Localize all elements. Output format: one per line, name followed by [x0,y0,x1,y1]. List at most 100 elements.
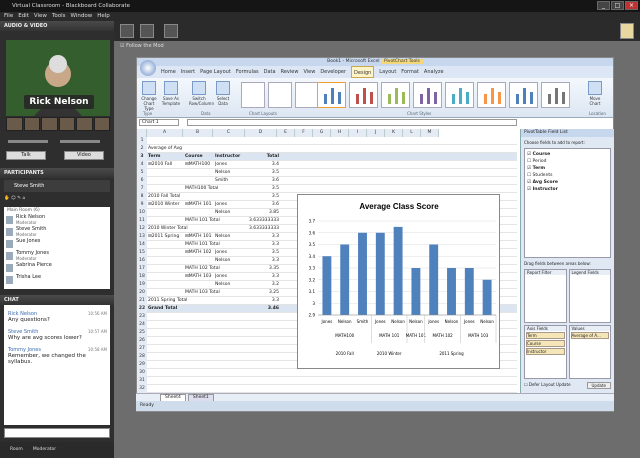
cell-b[interactable]: MATH 102 Total [185,265,235,273]
cell-d[interactable]: 3.3 [247,241,279,249]
area-legend-fields[interactable]: Legend Fields [568,269,611,323]
video-thumbnail[interactable] [76,117,93,131]
row-header[interactable]: 22 [137,305,147,313]
menu-item-file[interactable]: File [4,12,13,21]
cell-d[interactable]: Total [247,153,279,161]
follow-moderator-checkbox[interactable]: ☑ Follow the Mod [120,43,164,49]
column-header[interactable]: G [313,129,331,137]
column-header[interactable]: B [183,129,213,137]
menu-item-window[interactable]: Window [71,12,93,21]
ribbon-button[interactable]: Move Chart [585,81,605,106]
cell-d[interactable]: 3.25 [247,289,279,297]
chart-layout-thumb[interactable] [241,82,265,108]
field-item[interactable]: ☑ Course [527,151,608,158]
chart-style-thumb[interactable] [477,82,506,108]
formula-bar[interactable] [187,119,517,126]
row-header[interactable]: 25 [137,329,147,337]
row-header[interactable]: 19 [137,281,147,289]
cell-b[interactable]: MATH 101 Total [185,241,235,249]
minimize-button[interactable]: _ [597,1,610,10]
video-button[interactable]: Video [64,151,104,160]
row-header[interactable]: 31 [137,377,147,385]
chart-layout-thumb[interactable] [268,82,292,108]
cell-a[interactable]: 2010 Winter Total [148,225,208,233]
row-header[interactable]: 18 [137,273,147,281]
cell-c[interactable]: Jones [215,161,247,169]
bar[interactable] [375,232,385,315]
cell-d[interactable]: 3.3 [247,273,279,281]
participant-item[interactable]: Tommy Jones Moderator [4,250,110,262]
cell-a[interactable]: 2010 Fall Total [148,193,208,201]
participant-item[interactable]: Trisha Lee [4,274,110,286]
column-header[interactable]: C [213,129,245,137]
row-header[interactable]: 2 [137,145,147,153]
update-button[interactable]: Update [586,382,611,389]
cell-d[interactable]: 3.3 [247,297,279,305]
axis-field-chip[interactable]: Term [526,332,565,339]
ribbon-tab-design[interactable]: Design [351,66,375,78]
cell-d[interactable]: 3.6 [247,177,279,185]
ribbon-button[interactable]: Change Chart Type [139,81,159,111]
cell-d[interactable]: 3.3 [247,233,279,241]
row-header[interactable]: 5 [137,169,147,177]
chart-style-thumb[interactable] [509,82,538,108]
ribbon-tab-layout[interactable]: Layout [379,66,396,78]
row-header[interactable]: 11 [137,217,147,225]
column-header[interactable]: F [295,129,313,137]
chat-tab-room[interactable]: Room [10,447,23,452]
field-item[interactable]: ☑ Instructor [527,186,608,193]
whiteboard-icon[interactable] [120,24,134,38]
bar[interactable] [429,244,439,316]
menu-item-view[interactable]: View [34,12,47,21]
chart-style-thumb[interactable] [413,82,442,108]
ribbon-button[interactable]: Select Data [213,81,233,106]
app-share-icon[interactable] [140,24,154,38]
row-header[interactable]: 24 [137,321,147,329]
bar[interactable] [464,268,474,315]
bar[interactable] [411,268,421,315]
participant-item[interactable]: Rick Nelson Moderator [4,214,110,226]
row-header[interactable]: 29 [137,361,147,369]
row-header[interactable]: 12 [137,225,147,233]
cell-c[interactable]: Smith [215,177,247,185]
cell-d[interactable]: 3.85 [247,209,279,217]
participant-item[interactable]: Sue Jones [4,238,110,250]
maximize-button[interactable]: □ [611,1,624,10]
ribbon-tab-formulas[interactable]: Formulas [236,66,259,78]
cell-d[interactable]: 3.2 [247,281,279,289]
close-button[interactable]: × [625,1,638,10]
cell-d[interactable]: 3.633333333 [247,225,279,233]
cell-c[interactable]: Jones [215,201,247,209]
cell-d[interactable]: 3.633333333 [247,217,279,225]
bar[interactable] [447,268,456,315]
row-header[interactable]: 10 [137,209,147,217]
participants-header[interactable]: PARTICIPANTS [0,168,114,178]
row-header[interactable]: 9 [137,201,147,209]
axis-field-chip[interactable]: Instructor [526,348,565,355]
column-header[interactable]: E [277,129,295,137]
cell-c[interactable]: Jones [215,249,247,257]
column-header[interactable]: M [421,129,439,137]
cell-c[interactable]: Nelson [215,209,247,217]
bar[interactable] [322,256,332,315]
cell-d[interactable]: 3.4 [247,161,279,169]
participant-item[interactable]: Steve Smith Moderator [4,226,110,238]
area-values[interactable]: Values Average of A... [568,325,611,379]
ribbon-button[interactable]: Save As Template [161,81,181,106]
participant-item[interactable]: Sabrina Pierce [4,262,110,274]
cell-d[interactable]: 3.6 [247,201,279,209]
video-thumbnail[interactable] [23,117,40,131]
bar[interactable] [482,279,492,315]
cell-b[interactable]: MATH 103 Total [185,289,235,297]
talk-button[interactable]: Talk [6,151,46,160]
row-header[interactable]: 27 [137,345,147,353]
ribbon-tab-format[interactable]: Format [401,66,419,78]
chart-layout-thumb[interactable] [295,82,319,108]
bar[interactable] [393,226,403,315]
cell-b[interactable]: MATH 101 Total [185,217,235,225]
row-header[interactable]: 30 [137,369,147,377]
field-item[interactable]: ☐ Period [527,158,608,165]
row-header[interactable]: 26 [137,337,147,345]
cell-c[interactable]: Instructor [215,153,247,161]
ribbon-tab-developer[interactable]: Developer [320,66,346,78]
